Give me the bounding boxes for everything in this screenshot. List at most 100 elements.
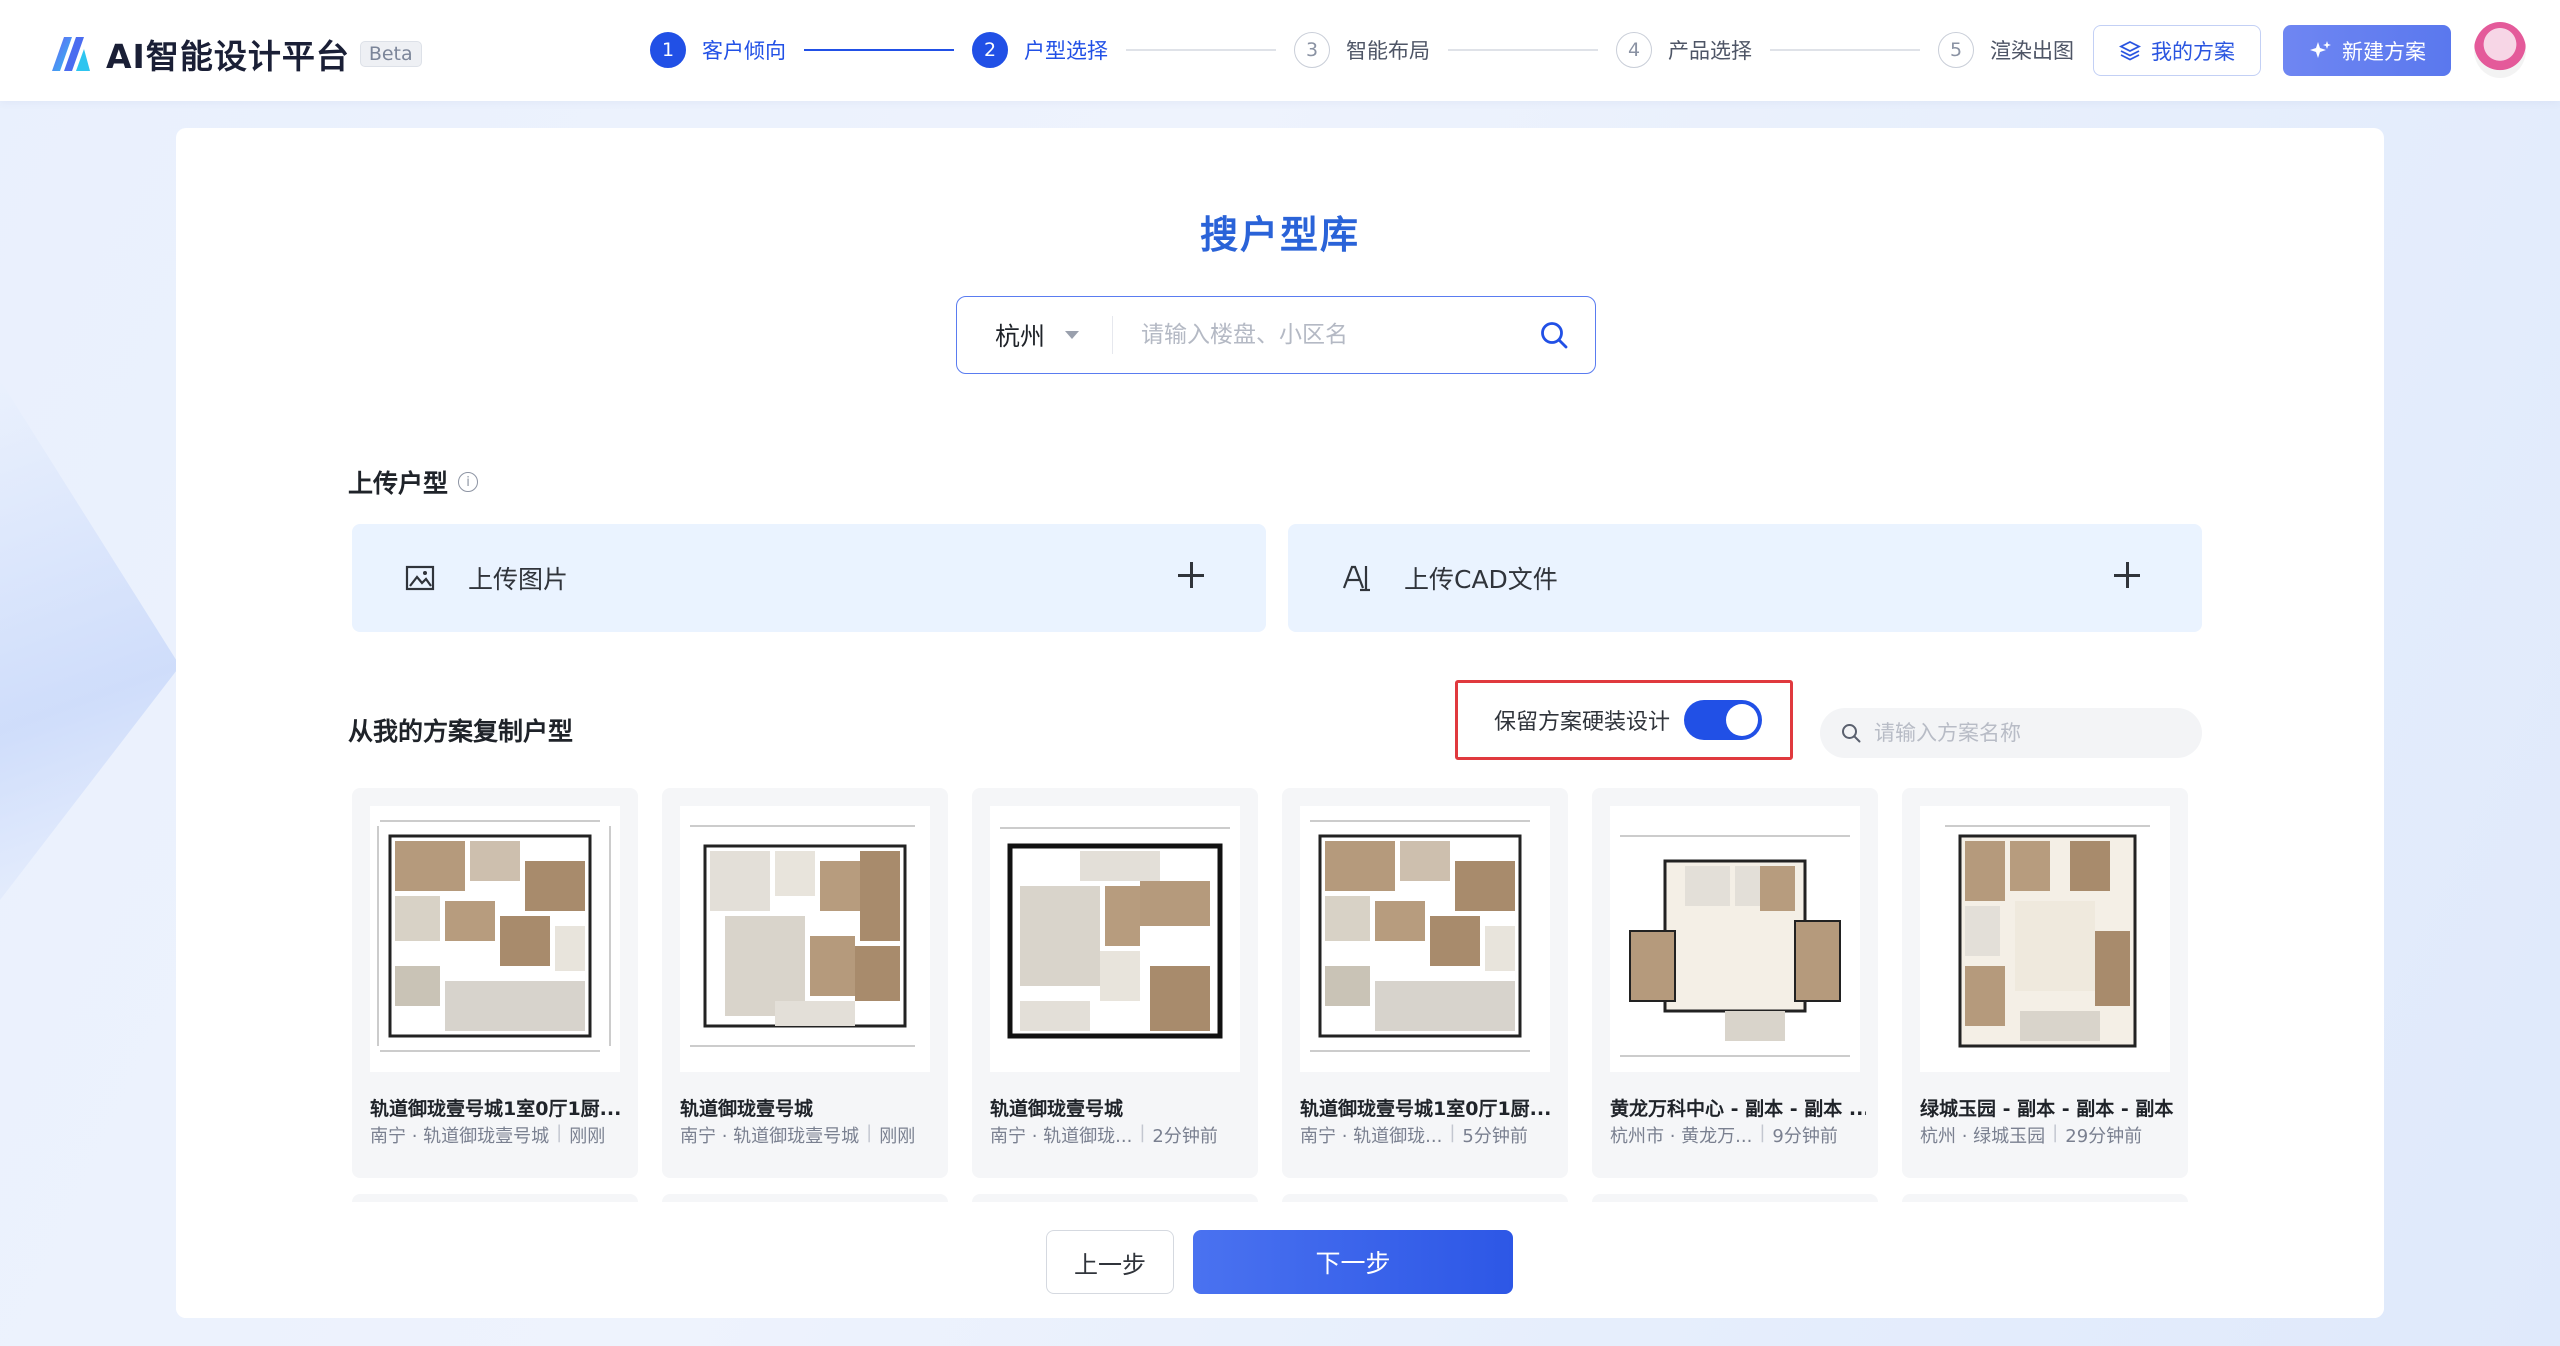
city-value: 杭州 [995, 322, 1046, 351]
info-icon[interactable]: i [458, 472, 479, 492]
plan-meta: 南宁 · 轨道御珑壹号城 | 刚刚 [680, 1122, 936, 1148]
plan-name: 轨道御珑壹号城1室0厅1厨... [370, 1098, 622, 1120]
toggle-knob [1726, 704, 1759, 736]
plan-card[interactable]: 轨道御珑壹号城 南宁 · 轨道御珑... | 2分钟前 [972, 788, 1258, 1178]
plan-meta: 杭州市 · 黄龙万... | 9分钟前 [1610, 1122, 1866, 1148]
my-plans-label: 我的方案 [2151, 39, 2235, 64]
floorplan-thumbnail [1300, 806, 1550, 1072]
city-select[interactable]: 杭州 [957, 316, 1113, 354]
plan-location: 南宁 · 轨道御珑壹号城 [680, 1126, 860, 1147]
plan-time: 刚刚 [569, 1126, 606, 1147]
copy-section-title: 从我的方案复制户型 [348, 717, 574, 746]
top-header: AI智能设计平台 Beta 1 客户倾向 2 户型选择 3 智能布局 4 产品选… [0, 0, 2560, 101]
layers-icon [2119, 40, 2141, 61]
step-product-select[interactable]: 4 产品选择 [1616, 32, 1752, 68]
keep-hardcover-toggle-group: 保留方案硬装设计 [1455, 680, 1793, 760]
plan-card[interactable]: 轨道御珑壹号城1室0厅1厨... 南宁 · 轨道御珑壹号城 | 刚刚 [352, 788, 638, 1178]
divider: | [1449, 1122, 1456, 1143]
search-icon[interactable] [1539, 320, 1569, 350]
floorplan-thumbnail [1610, 806, 1860, 1072]
app-name: AI智能设计平台 [106, 37, 350, 76]
plan-card[interactable]: 轨道御珑壹号城 南宁 · 轨道御珑壹号城 | 刚刚 [662, 788, 948, 1178]
keep-hardcover-label: 保留方案硬装设计 [1494, 710, 1671, 735]
plan-name: 轨道御珑壹号城1室0厅1厨... [1300, 1098, 1552, 1120]
plus-icon [1178, 562, 1204, 588]
floorplan-thumbnail [370, 806, 620, 1072]
step-connector [1448, 49, 1598, 51]
plan-search-input[interactable] [1874, 721, 2174, 745]
step-number: 2 [972, 32, 1008, 68]
prev-step-button[interactable]: 上一步 [1046, 1230, 1174, 1294]
plan-location: 杭州市 · 黄龙万... [1610, 1126, 1753, 1147]
step-label: 户型选择 [1024, 39, 1108, 63]
footer-bar: 上一步 下一步 [176, 1202, 2384, 1318]
floorplan-thumbnail [680, 806, 930, 1072]
plan-time: 29分钟前 [2065, 1126, 2143, 1147]
step-label: 产品选择 [1668, 39, 1752, 63]
divider: | [1759, 1122, 1766, 1143]
new-plan-button[interactable]: 新建方案 [2283, 25, 2451, 76]
plan-location: 南宁 · 轨道御珑... [990, 1126, 1133, 1147]
floorplan-thumbnail [990, 806, 1240, 1072]
plan-time: 9分钟前 [1772, 1126, 1838, 1147]
plan-card[interactable]: 轨道御珑壹号城1室0厅1厨... 南宁 · 轨道御珑... | 5分钟前 [1282, 788, 1568, 1178]
step-smart-layout[interactable]: 3 智能布局 [1294, 32, 1430, 68]
plan-location: 南宁 · 轨道御珑壹号城 [370, 1126, 550, 1147]
beta-badge: Beta [359, 41, 422, 67]
step-connector [1126, 49, 1276, 51]
step-number: 5 [1938, 32, 1974, 68]
plus-icon [2114, 562, 2140, 588]
step-number: 3 [1294, 32, 1330, 68]
upload-section-title: 上传户型 i [348, 464, 479, 500]
plan-time: 2分钟前 [1152, 1126, 1218, 1147]
step-label: 渲染出图 [1990, 39, 2074, 63]
plan-card[interactable]: 黄龙万科中心 - 副本 - 副本 ... 杭州市 · 黄龙万... | 9分钟前 [1592, 788, 1878, 1178]
divider: | [2052, 1122, 2059, 1143]
plan-name: 轨道御珑壹号城 [680, 1098, 814, 1120]
plan-time: 刚刚 [879, 1126, 916, 1147]
plan-name: 黄龙万科中心 - 副本 - 副本 ... [1610, 1098, 1866, 1120]
step-customer-preference[interactable]: 1 客户倾向 [650, 32, 786, 68]
divider: | [1139, 1122, 1146, 1143]
plan-name: 轨道御珑壹号城 [990, 1098, 1124, 1120]
cad-file-icon [1340, 562, 1372, 594]
floorplan-thumbnail [1920, 806, 2170, 1072]
upload-title: 上传户型 [348, 469, 449, 498]
background-decoration [0, 380, 180, 900]
main-card: 搜户型库 杭州 上传户型 i 上传图片 上传CAD文件 从我的方案复制户型 保留… [176, 128, 2384, 1318]
image-icon [404, 562, 436, 594]
search-icon [1840, 722, 1862, 744]
step-number: 4 [1616, 32, 1652, 68]
my-plans-button[interactable]: 我的方案 [2093, 25, 2261, 76]
plan-location: 杭州 · 绿城玉园 [1920, 1126, 2046, 1147]
upload-cad-label: 上传CAD文件 [1404, 565, 1558, 594]
step-floorplan-select[interactable]: 2 户型选择 [972, 32, 1108, 68]
step-connector [1770, 49, 1920, 51]
step-label: 智能布局 [1346, 39, 1430, 63]
page-title: 搜户型库 [1199, 213, 1360, 257]
step-label: 客户倾向 [702, 39, 786, 63]
divider: | [866, 1122, 873, 1143]
new-plan-label: 新建方案 [2342, 39, 2426, 64]
community-search-input[interactable] [1113, 322, 1539, 348]
plan-meta: 南宁 · 轨道御珑壹号城 | 刚刚 [370, 1122, 626, 1148]
step-render-output[interactable]: 5 渲染出图 [1938, 32, 2074, 68]
plan-location: 南宁 · 轨道御珑... [1300, 1126, 1443, 1147]
user-avatar[interactable] [2474, 22, 2526, 78]
next-step-button[interactable]: 下一步 [1193, 1230, 1513, 1294]
plan-meta: 南宁 · 轨道御珑... | 2分钟前 [990, 1122, 1246, 1148]
caret-down-icon [1065, 331, 1080, 339]
step-number: 1 [650, 32, 686, 68]
plan-card[interactable]: 绿城玉园 - 副本 - 副本 - 副本 杭州 · 绿城玉园 | 29分钟前 [1902, 788, 2188, 1178]
sparkle-icon [2310, 40, 2331, 58]
app-logo[interactable]: AI智能设计平台 Beta [50, 30, 422, 78]
keep-hardcover-toggle[interactable] [1684, 700, 1763, 740]
plan-search-box [1820, 708, 2202, 758]
plan-name: 绿城玉园 - 副本 - 副本 - 副本 [1920, 1098, 2174, 1120]
plan-meta: 南宁 · 轨道御珑... | 5分钟前 [1300, 1122, 1556, 1148]
step-connector [804, 49, 954, 51]
upload-image-button[interactable]: 上传图片 [352, 524, 1266, 632]
upload-cad-button[interactable]: 上传CAD文件 [1288, 524, 2202, 632]
divider: | [556, 1122, 563, 1143]
plan-meta: 杭州 · 绿城玉园 | 29分钟前 [1920, 1122, 2176, 1148]
